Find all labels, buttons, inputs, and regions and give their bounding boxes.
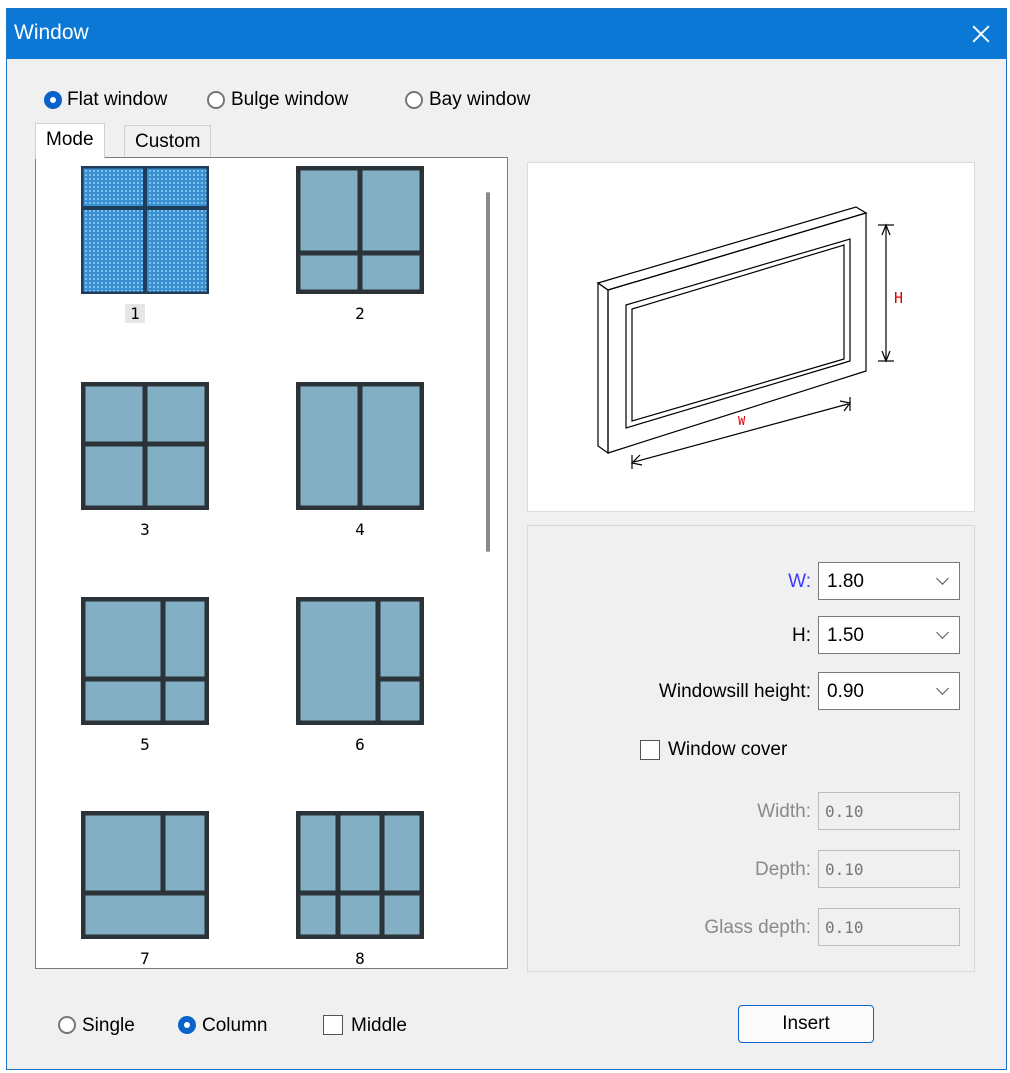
window-style-2-label: 2 xyxy=(355,304,365,323)
column-radio[interactable] xyxy=(178,1016,196,1034)
close-icon[interactable] xyxy=(956,9,1006,59)
glass-depth-value: 0.10 xyxy=(825,918,864,937)
window-style-6-label: 6 xyxy=(355,735,365,754)
window-style-4[interactable] xyxy=(296,382,424,510)
window-preview: H W xyxy=(527,162,975,512)
bulge-window-label[interactable]: Bulge window xyxy=(231,89,348,111)
bulge-window-radio[interactable] xyxy=(207,91,225,109)
single-radio[interactable] xyxy=(58,1016,76,1034)
tab-mode[interactable]: Mode xyxy=(35,123,105,159)
window-style-1[interactable] xyxy=(81,166,209,294)
h-label: H: xyxy=(792,625,811,646)
width-label: Width: xyxy=(757,801,811,822)
h-combo[interactable]: 1.50 xyxy=(818,616,960,654)
tab-mode-label: Mode xyxy=(46,129,94,150)
window-style-4-label: 4 xyxy=(355,520,365,539)
window-style-3-label: 3 xyxy=(140,520,150,539)
glass-depth-input[interactable]: 0.10 xyxy=(818,908,960,946)
window-style-5[interactable] xyxy=(81,597,209,725)
depth-input[interactable]: 0.10 xyxy=(818,850,960,888)
glass-depth-label: Glass depth: xyxy=(704,917,811,938)
w-combo[interactable]: 1.80 xyxy=(818,562,960,600)
width-value: 0.10 xyxy=(825,802,864,821)
window-title: Window xyxy=(14,21,89,44)
windowsill-height-label: Windowsill height: xyxy=(658,681,811,702)
chevron-down-icon[interactable] xyxy=(936,682,949,695)
flat-window-label[interactable]: Flat window xyxy=(67,89,167,111)
windowsill-height-combo[interactable]: 0.90 xyxy=(818,672,960,710)
window-style-8-label: 8 xyxy=(355,949,365,968)
flat-window-radio[interactable] xyxy=(44,91,62,109)
bay-window-radio[interactable] xyxy=(405,91,423,109)
window-style-8[interactable] xyxy=(296,811,424,939)
window-style-7[interactable] xyxy=(81,811,209,939)
depth-value: 0.10 xyxy=(825,860,864,879)
w-value: 1.80 xyxy=(827,571,864,592)
chevron-down-icon[interactable] xyxy=(936,572,949,585)
h-value: 1.50 xyxy=(827,625,864,646)
window-cover-checkbox[interactable] xyxy=(640,740,660,760)
list-scrollbar[interactable] xyxy=(486,192,490,552)
window-cover-label[interactable]: Window cover xyxy=(668,739,787,761)
middle-checkbox[interactable] xyxy=(323,1015,343,1035)
window-style-7-label: 7 xyxy=(140,949,150,968)
bay-window-label[interactable]: Bay window xyxy=(429,89,530,111)
window-style-2[interactable] xyxy=(296,166,424,294)
window-style-3[interactable] xyxy=(81,382,209,510)
w-dimension-label: W xyxy=(738,414,746,428)
parameters-panel: W: 1.80 H: 1.50 Windowsill height: 0.90 … xyxy=(527,525,975,972)
window-dialog: Window Flat window Bulge window Bay wind… xyxy=(6,8,1007,1070)
insert-button[interactable]: Insert xyxy=(738,1005,874,1043)
title-bar: Window xyxy=(7,9,1006,59)
column-label[interactable]: Column xyxy=(202,1015,267,1037)
window-style-6[interactable] xyxy=(296,597,424,725)
tab-custom-label: Custom xyxy=(135,131,201,152)
chevron-down-icon[interactable] xyxy=(936,626,949,639)
window-style-list[interactable]: 1 2 3 4 5 6 7 8 xyxy=(35,157,508,969)
window-style-1-label: 1 xyxy=(125,304,145,323)
windowsill-height-value: 0.90 xyxy=(827,681,864,702)
window-preview-diagram: H W xyxy=(596,206,903,469)
depth-label: Depth: xyxy=(755,859,811,880)
width-input[interactable]: 0.10 xyxy=(818,792,960,830)
w-label: W: xyxy=(788,571,811,592)
single-label[interactable]: Single xyxy=(82,1015,135,1037)
middle-label[interactable]: Middle xyxy=(351,1015,407,1037)
tab-custom[interactable]: Custom xyxy=(124,125,212,159)
h-dimension-label: H xyxy=(894,289,903,307)
window-style-5-label: 5 xyxy=(140,735,150,754)
